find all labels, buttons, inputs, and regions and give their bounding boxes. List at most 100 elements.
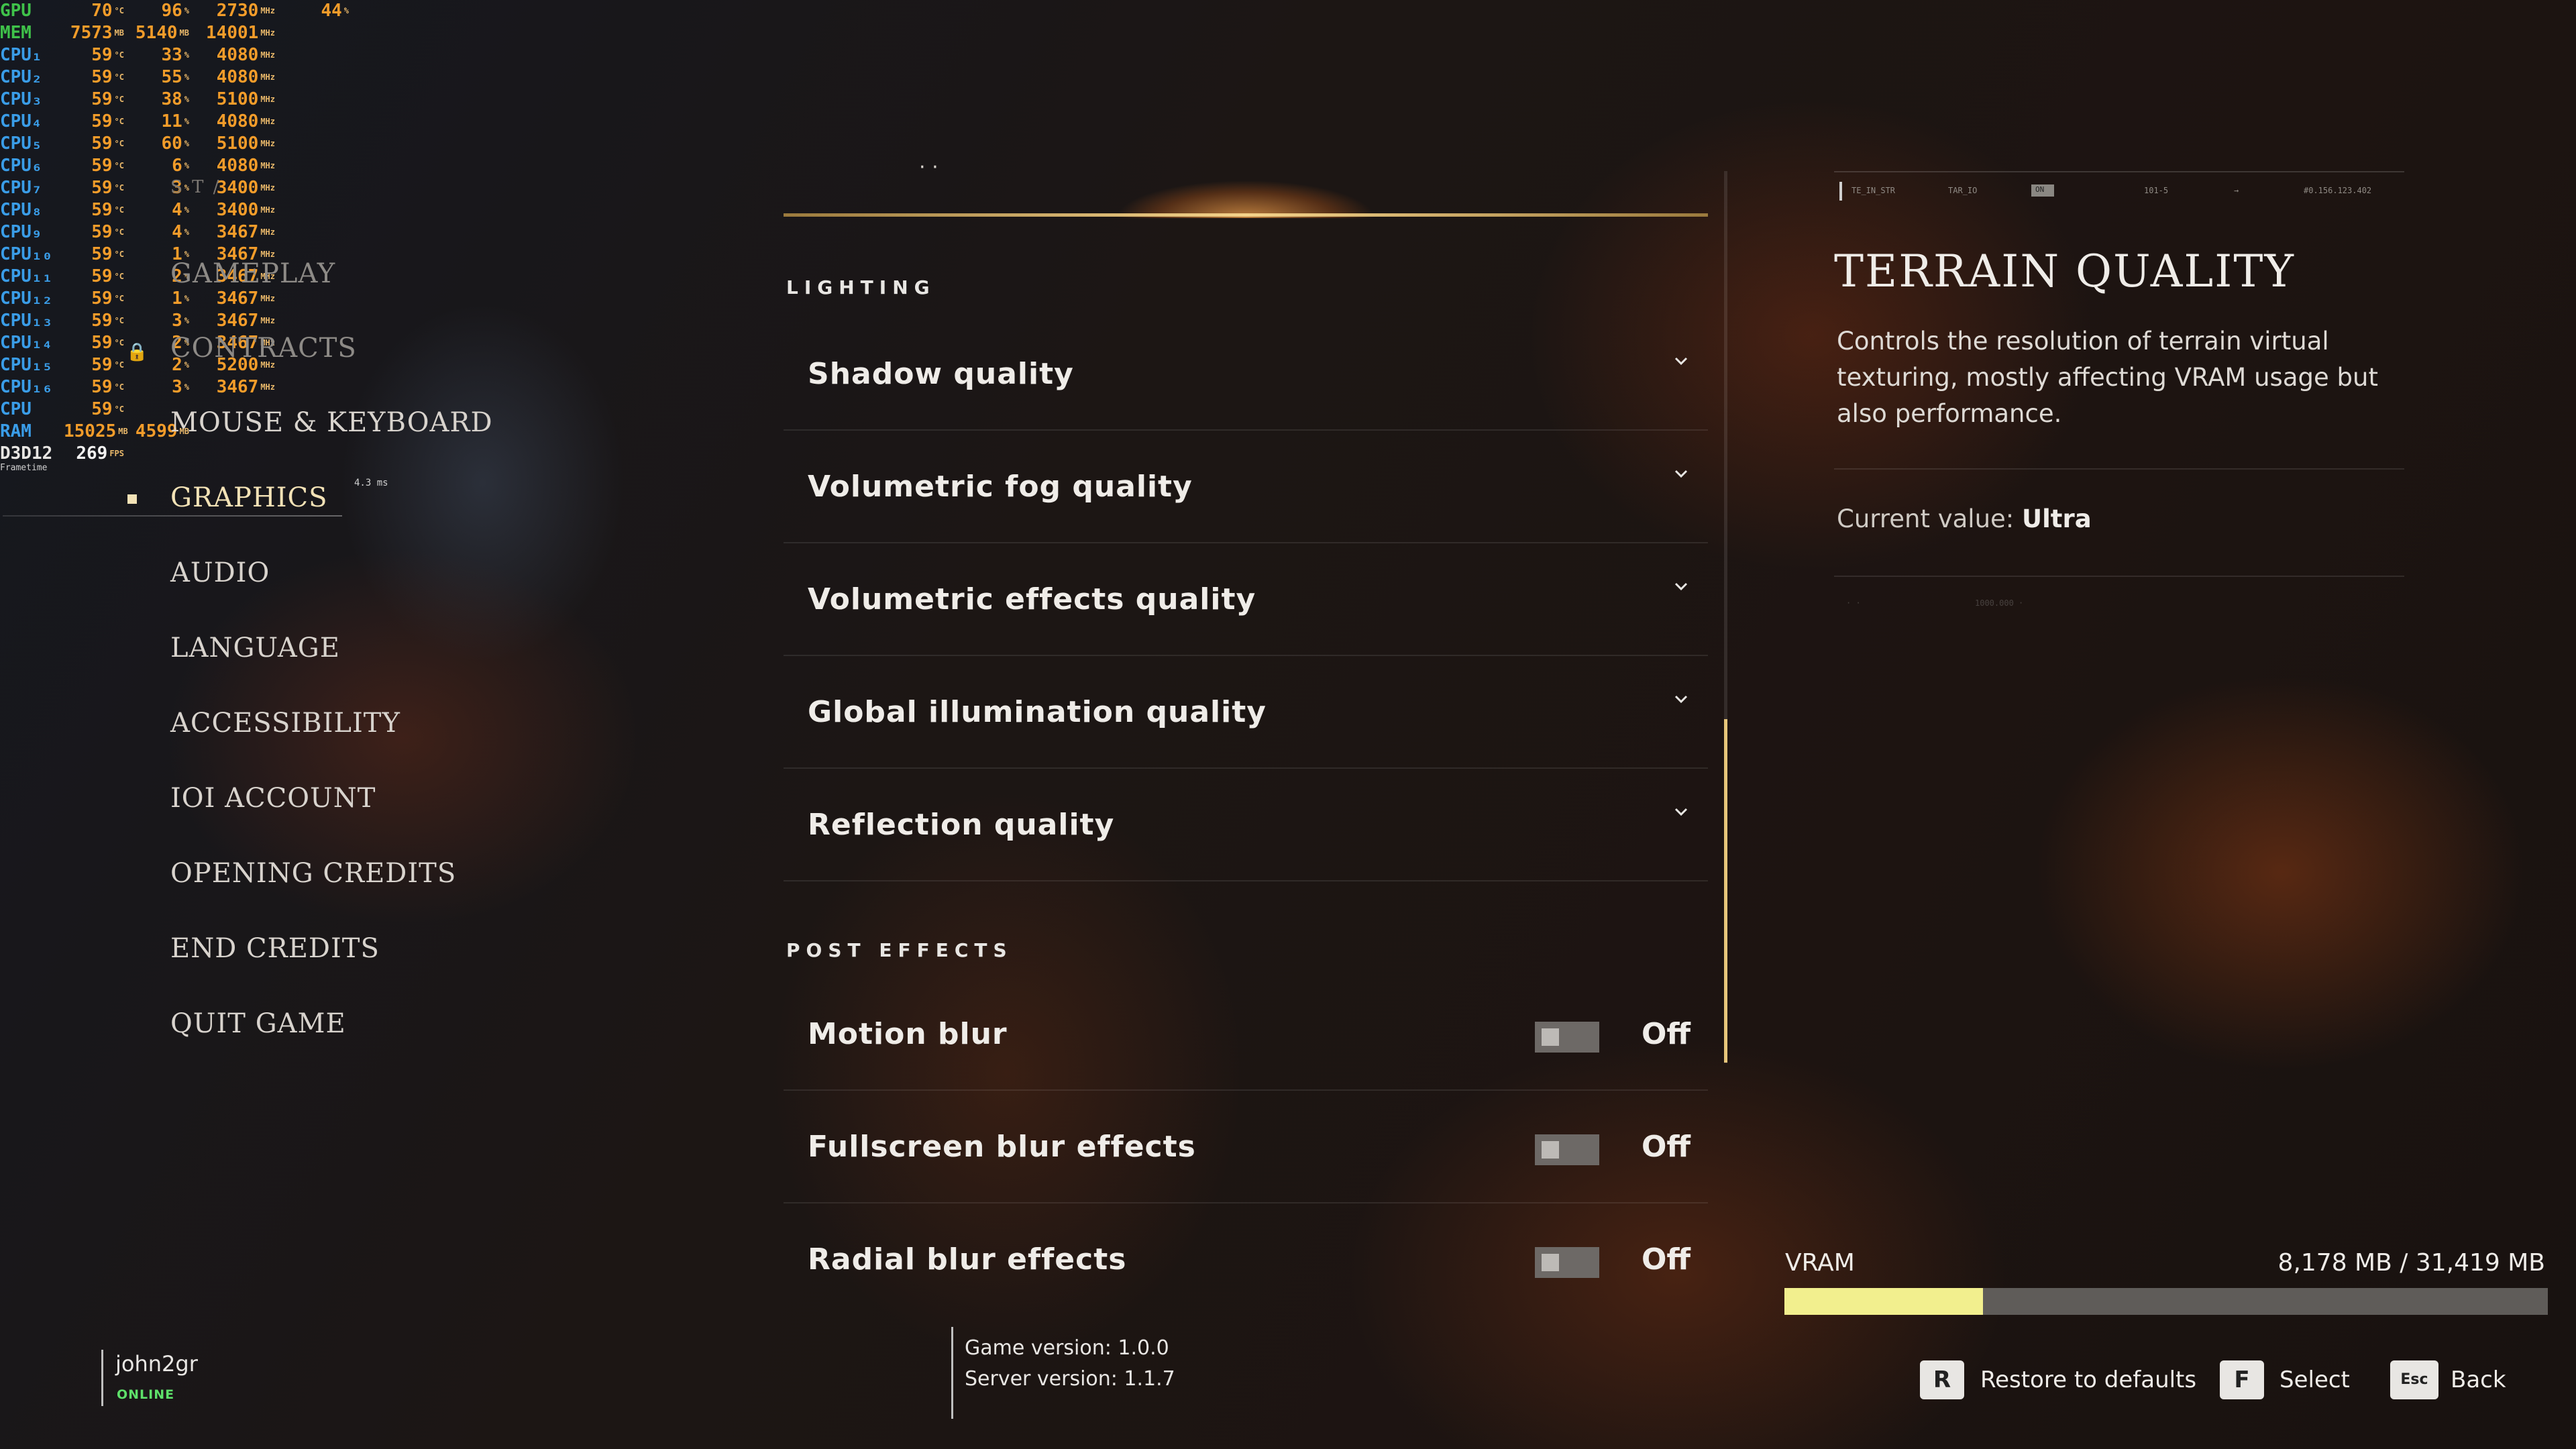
detail-title: TERRAIN QUALITY	[1834, 246, 2295, 297]
chevron-down-icon	[1674, 695, 1688, 704]
setting-label: Volumetric effects quality	[808, 582, 1256, 616]
overlay-label: CPU₁₄	[0, 333, 53, 353]
setting-row-shadow-quality[interactable]: Shadow quality	[784, 318, 1708, 431]
setting-row-volumetric-effects-quality[interactable]: Volumetric effects quality	[784, 543, 1708, 656]
overlay-label: GPU	[0, 1, 32, 21]
nav-item-quit-game[interactable]: QUIT GAME	[170, 1008, 346, 1039]
server-version: Server version: 1.1.7	[965, 1367, 1175, 1391]
toggle-knob	[1542, 1254, 1559, 1271]
overlay-value: 59 °C	[91, 156, 124, 176]
tab-label: #0.156.123.402	[2304, 186, 2372, 195]
setting-label: Volumetric fog quality	[808, 470, 1193, 504]
nav-item-graphics[interactable]: GRAPHICS	[170, 482, 328, 513]
overlay-value: 59 °C	[91, 311, 124, 331]
overlay-label: CPU₈	[0, 200, 42, 220]
nav-breadcrumb-faint: S T /	[170, 177, 221, 197]
user-divider	[101, 1350, 103, 1406]
tab-indicator	[1839, 182, 1842, 201]
overlay-value: 59 °C	[91, 111, 124, 131]
vram-value: 8,178 MB / 31,419 MB	[2277, 1249, 2545, 1277]
header-glow	[784, 168, 1708, 218]
setting-row-global-illumination-quality[interactable]: Global illumination quality	[784, 656, 1708, 769]
lock-icon: 🔒	[126, 342, 148, 362]
nav-item-mouse-keyboard[interactable]: MOUSE & KEYBOARD	[170, 407, 493, 438]
motion-blur-toggle[interactable]	[1535, 1022, 1599, 1053]
setting-row-motion-blur[interactable]: Motion blur Off	[784, 978, 1708, 1091]
setting-row-reflection-quality[interactable]: Reflection quality	[784, 769, 1708, 881]
setting-label: Radial blur effects	[808, 1242, 1127, 1277]
overlay-value: 55%	[161, 67, 189, 87]
setting-label: Fullscreen blur effects	[808, 1130, 1196, 1164]
overlay-label: CPU₄	[0, 111, 42, 131]
nav-item-accessibility[interactable]: ACCESSIBILITY	[170, 708, 400, 739]
back-key-icon[interactable]: Esc	[2390, 1360, 2438, 1399]
overlay-label: CPU₁₂	[0, 288, 53, 309]
overlay-value: 1%	[172, 288, 189, 309]
overlay-label: MEM	[0, 23, 32, 43]
detail-description: Controls the resolution of terrain virtu…	[1837, 327, 2378, 428]
overlay-label: D3D12	[0, 443, 53, 464]
active-indicator-icon	[127, 494, 137, 504]
vram-label: VRAM	[1785, 1249, 1855, 1277]
overlay-value: 3467 MHz	[216, 377, 275, 397]
overlay-label: CPU₁₃	[0, 311, 53, 331]
nav-item-contracts[interactable]: CONTRACTS	[170, 333, 357, 364]
setting-row-radial-blur-effects[interactable]: Radial blur effects Off	[784, 1203, 1708, 1315]
overlay-value: 59 °C	[91, 266, 124, 286]
toggle-value: Off	[1642, 1130, 1691, 1164]
nav-item-ioi-account[interactable]: IOI ACCOUNT	[170, 783, 376, 814]
overlay-value: 4080 MHz	[216, 45, 275, 65]
overlay-value: 4080 MHz	[216, 67, 275, 87]
nav-item-end-credits[interactable]: END CREDITS	[170, 933, 380, 964]
select-key-icon[interactable]: F	[2220, 1360, 2264, 1399]
detail-separator	[1834, 468, 2404, 470]
restore-defaults-button[interactable]: Restore to defaults	[1980, 1366, 2196, 1393]
overlay-value: 59 °C	[91, 288, 124, 309]
overlay-value: 5100 MHz	[216, 89, 275, 109]
setting-label: Shadow quality	[808, 357, 1074, 391]
restore-key-icon[interactable]: R	[1920, 1360, 1964, 1399]
radial-blur-toggle[interactable]	[1535, 1247, 1599, 1278]
section-header-lighting: LIGHTING	[786, 276, 936, 299]
vram-bar	[1784, 1288, 2548, 1315]
overlay-value: 11%	[161, 111, 189, 131]
frametime-graph	[3, 515, 342, 517]
version-divider	[951, 1327, 953, 1419]
overlay-value: 59 °C	[91, 178, 124, 198]
overlay-label: CPU₇	[0, 178, 42, 198]
toggle-value: Off	[1642, 1242, 1691, 1277]
nav-item-audio[interactable]: AUDIO	[170, 557, 270, 588]
detail-tabstrip: TE_IN_STR TAR_IO ON 101-5 → #0.156.123.4…	[1834, 171, 2404, 211]
overlay-label: CPU₁₆	[0, 377, 53, 397]
overlay-value: 14001 MHz	[206, 23, 275, 43]
setting-row-volumetric-fog-quality[interactable]: Volumetric fog quality	[784, 431, 1708, 543]
overlay-value: 59 °C	[91, 45, 124, 65]
tab-label: TE_IN_STR	[1851, 186, 1896, 195]
overlay-value: 59 °C	[91, 355, 124, 375]
overlay-value: 59 °C	[91, 133, 124, 154]
overlay-value: 5140 MB	[135, 23, 189, 43]
overlay-value: 59 °C	[91, 67, 124, 87]
chevron-down-icon	[1674, 582, 1688, 591]
overlay-value: 44%	[321, 1, 349, 21]
game-version: Game version: 1.0.0	[965, 1336, 1169, 1360]
chevron-down-icon	[1674, 808, 1688, 816]
overlay-label: CPU	[0, 399, 32, 419]
tab-label: →	[2234, 186, 2239, 195]
nav-item-opening-credits[interactable]: OPENING CREDITS	[170, 858, 456, 889]
nav-item-gameplay[interactable]: GAMEPLAY	[170, 258, 335, 289]
chevron-down-icon	[1674, 357, 1688, 366]
setting-row-fullscreen-blur-effects[interactable]: Fullscreen blur effects Off	[784, 1091, 1708, 1203]
select-button[interactable]: Select	[2279, 1366, 2350, 1393]
setting-label: Reflection quality	[808, 808, 1115, 842]
online-status: ONLINE	[117, 1387, 175, 1402]
back-button[interactable]: Back	[2451, 1366, 2506, 1393]
overlay-label: CPU₃	[0, 89, 42, 109]
overlay-value: 59 °C	[91, 89, 124, 109]
header-line	[784, 213, 1708, 217]
nav-item-language[interactable]: LANGUAGE	[170, 633, 340, 663]
username: john2gr	[115, 1351, 198, 1377]
scrollbar-thumb[interactable]	[1724, 719, 1727, 1063]
overlay-value: 33%	[161, 45, 189, 65]
fullscreen-blur-toggle[interactable]	[1535, 1134, 1599, 1165]
